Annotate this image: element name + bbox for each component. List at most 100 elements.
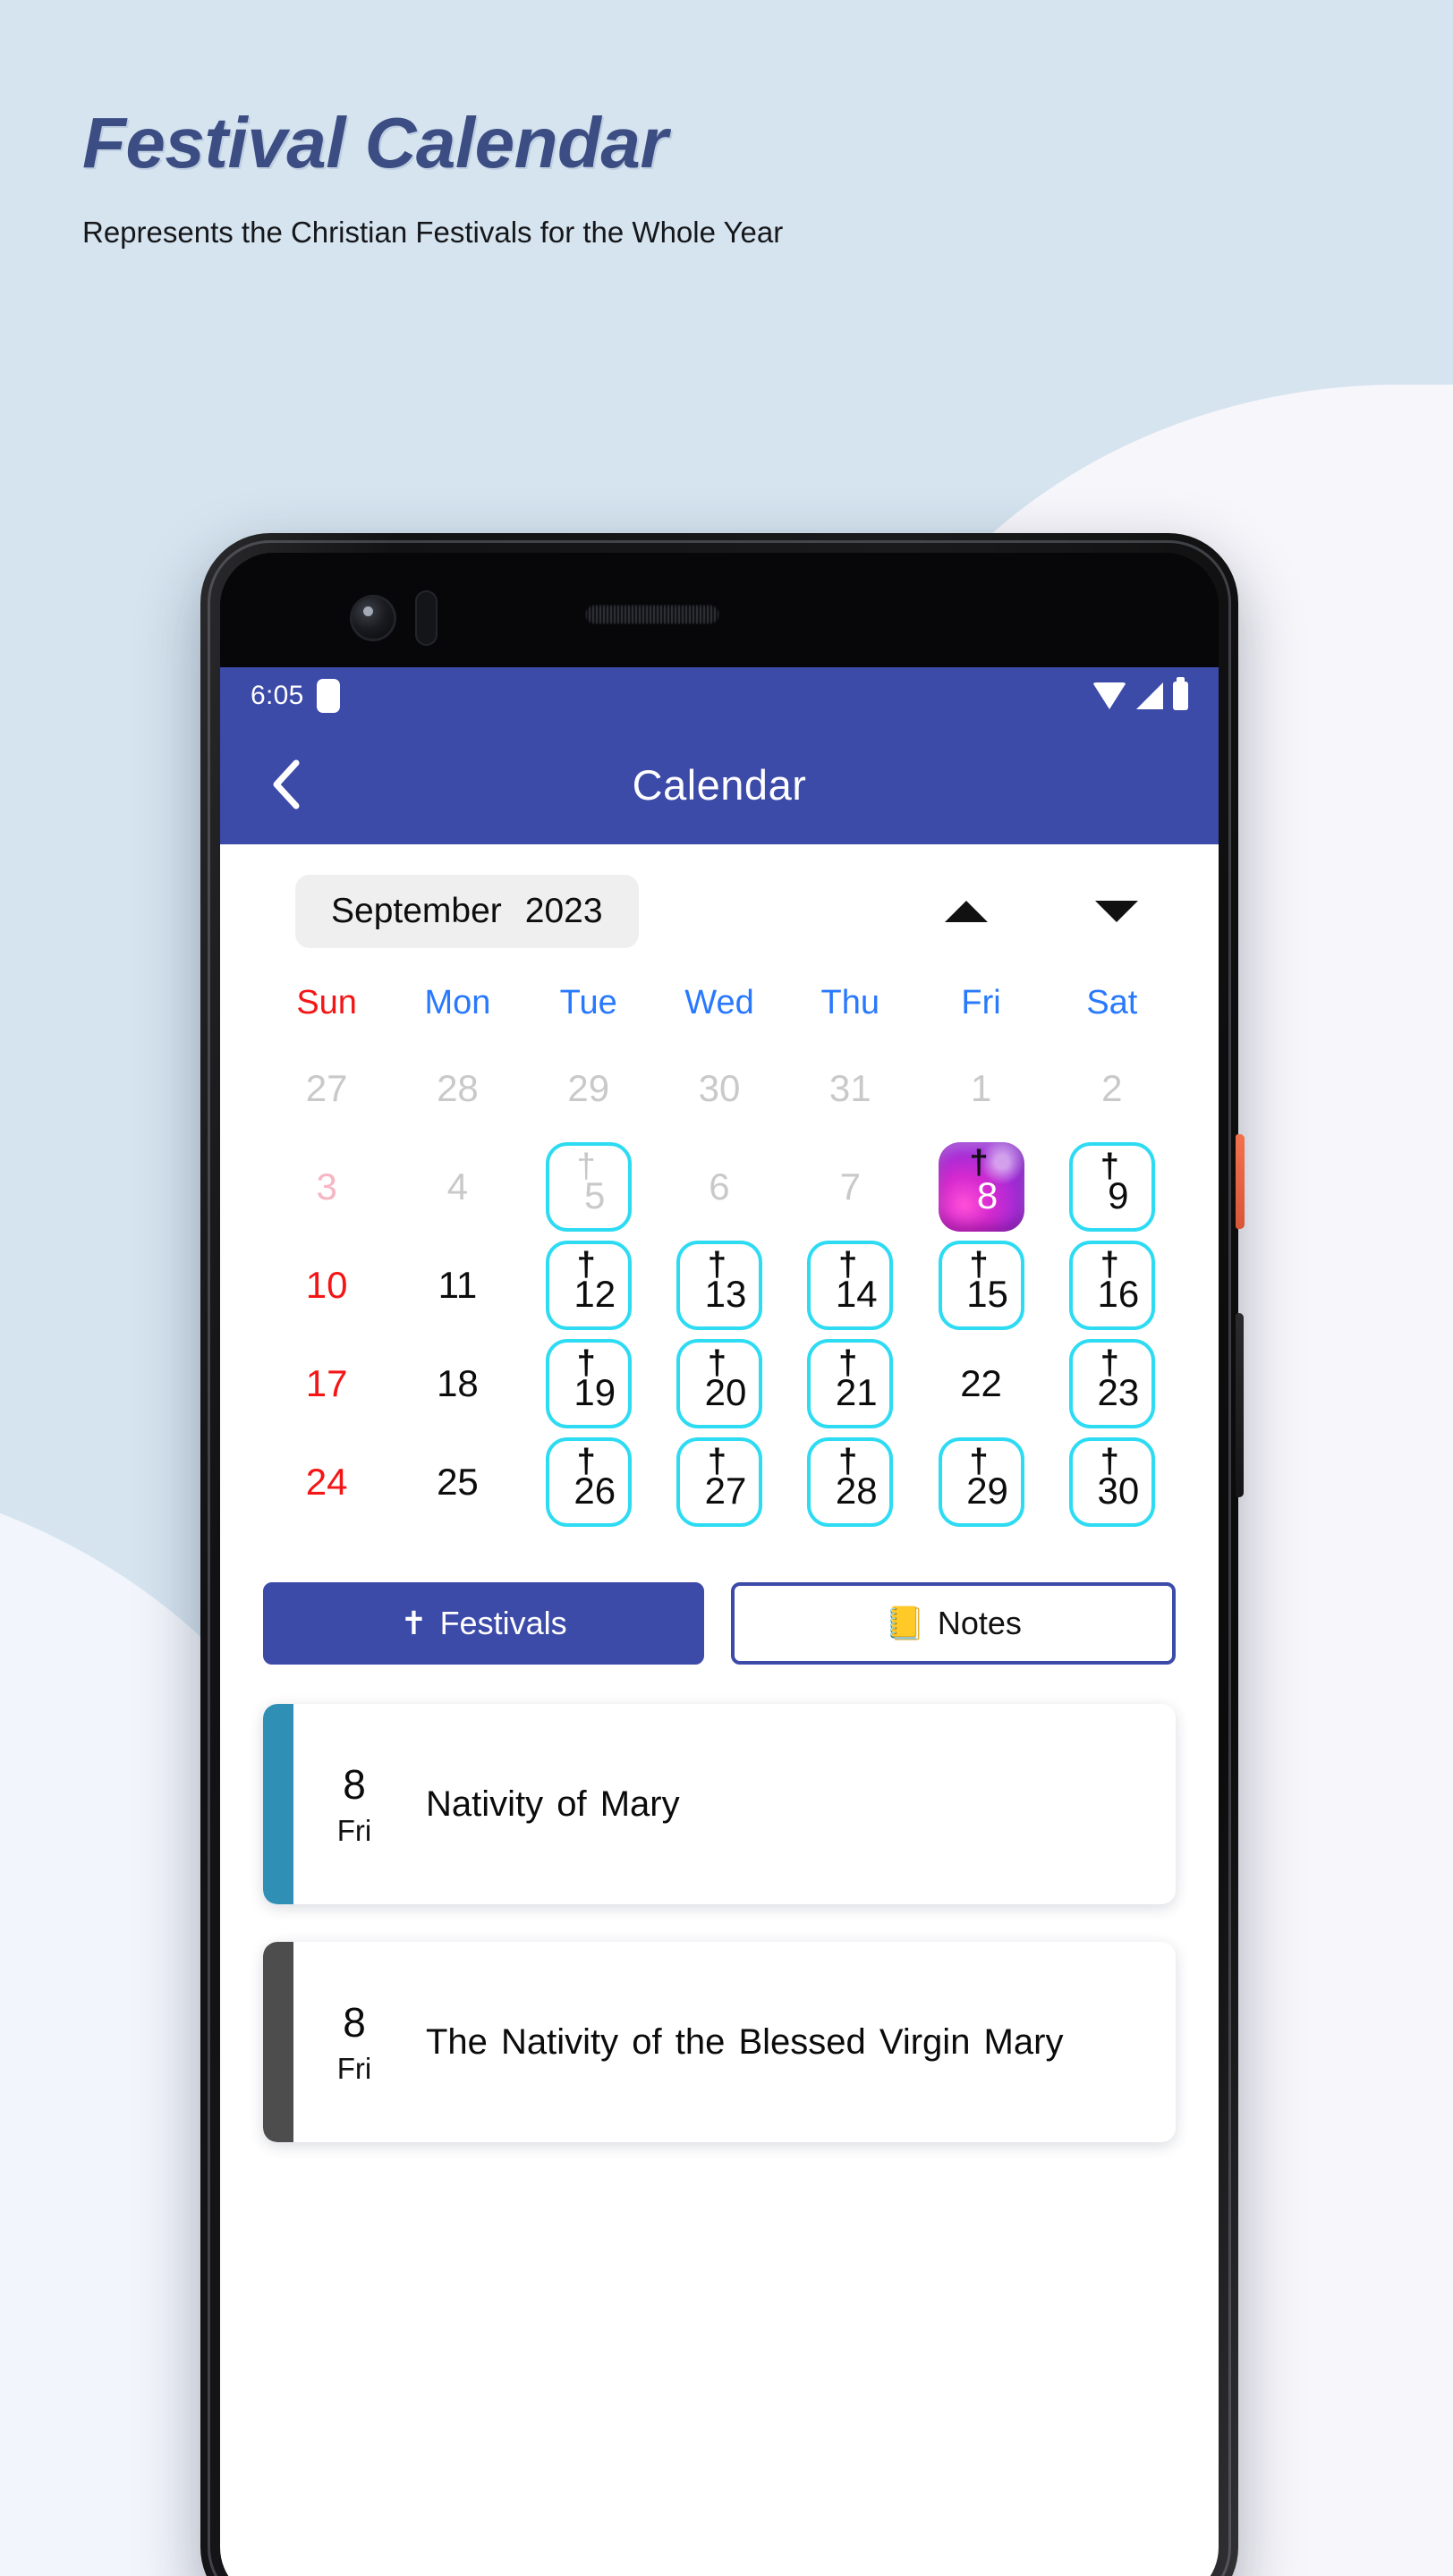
calendar-day-24[interactable]: 24 — [261, 1434, 392, 1530]
day-number: 13 — [704, 1273, 747, 1315]
calendar-day-28[interactable]: 28 — [392, 1040, 523, 1137]
event-day-number: 8 — [343, 1760, 366, 1808]
calendar-day-17[interactable]: 17 — [261, 1335, 392, 1432]
calendar-day-31[interactable]: 31 — [785, 1040, 915, 1137]
day-number: 17 — [305, 1362, 348, 1404]
calendar-weekday-header: Sun Mon Tue Wed Thu Fri Sat — [261, 970, 1177, 1037]
calendar-day-26[interactable]: † 26 — [523, 1434, 654, 1530]
calendar-day-6[interactable]: 6 — [654, 1139, 785, 1235]
weekday-header-fri: Fri — [961, 984, 1001, 1021]
app-bar-title: Calendar — [632, 760, 807, 809]
proximity-sensor-icon — [415, 590, 438, 646]
signal-icon — [1136, 682, 1163, 709]
calendar-day-7[interactable]: 7 — [785, 1139, 915, 1235]
app-bar: Calendar — [220, 724, 1219, 844]
volume-button[interactable] — [1236, 1313, 1244, 1497]
day-selected-highlight: † 8 — [938, 1142, 1024, 1232]
day-festival-box: † 21 — [807, 1339, 894, 1428]
day-festival-box: † 20 — [676, 1339, 762, 1428]
back-button[interactable] — [259, 759, 310, 809]
calendar-day-9[interactable]: † 9 — [1047, 1139, 1177, 1235]
calendar-day-2[interactable]: 2 — [1047, 1040, 1177, 1137]
calendar-day-27[interactable]: 27 — [261, 1040, 392, 1137]
day-number: 23 — [1097, 1371, 1140, 1413]
calendar-day-12[interactable]: † 12 — [523, 1237, 654, 1334]
day-plain: 6 — [676, 1142, 762, 1232]
day-festival-box: † 14 — [807, 1241, 894, 1330]
calendar-day-19[interactable]: † 19 — [523, 1335, 654, 1432]
tab-festivals[interactable]: ✝ Festivals — [263, 1582, 704, 1665]
month-label: September — [331, 892, 502, 930]
calendar-day-29[interactable]: † 29 — [915, 1434, 1046, 1530]
calendar-day-4[interactable]: 4 — [392, 1139, 523, 1235]
calendar-day-18[interactable]: 18 — [392, 1335, 523, 1432]
day-number: 30 — [698, 1067, 741, 1109]
calendar-week-row: 24 25 † 26 † 27 † 28 † 29 † 30 — [261, 1434, 1177, 1530]
day-plain: 28 — [414, 1044, 500, 1133]
day-festival-box: † 19 — [545, 1339, 632, 1428]
chevron-left-icon — [273, 759, 300, 809]
calendar-day-28[interactable]: † 28 — [785, 1434, 915, 1530]
calendar-day-8[interactable]: † 8 — [915, 1139, 1046, 1235]
app-viewport: 6:05 Calendar September 2023 Sun Mon Tue… — [220, 667, 1219, 2576]
day-number: 1 — [970, 1067, 992, 1109]
day-number: 29 — [567, 1067, 610, 1109]
day-plain: 7 — [807, 1142, 893, 1232]
calendar-day-16[interactable]: † 16 — [1047, 1237, 1177, 1334]
day-number: 27 — [305, 1067, 348, 1109]
calendar-day-30[interactable]: 30 — [654, 1040, 785, 1137]
triangle-up-icon[interactable] — [945, 901, 988, 922]
calendar-day-1[interactable]: 1 — [915, 1040, 1046, 1137]
calendar-day-5[interactable]: † 5 — [523, 1139, 654, 1235]
calendar-day-3[interactable]: 3 — [261, 1139, 392, 1235]
weekday-header-thu: Thu — [820, 984, 880, 1021]
calendar-day-15[interactable]: † 15 — [915, 1237, 1046, 1334]
day-plain: 11 — [414, 1241, 500, 1330]
calendar-day-22[interactable]: 22 — [915, 1335, 1046, 1432]
day-plain: 1 — [939, 1044, 1024, 1133]
event-title: The Nativity of the Blessed Virgin Mary — [426, 2021, 1064, 2062]
weekday-header-wed: Wed — [684, 984, 754, 1021]
event-day-number: 8 — [343, 1998, 366, 2046]
event-date-block: 8 Fri — [293, 1942, 415, 2142]
day-number: 25 — [437, 1461, 479, 1503]
event-card[interactable]: 8 Fri The Nativity of the Blessed Virgin M… — [263, 1942, 1176, 2142]
day-plain: 4 — [414, 1142, 500, 1232]
calendar-day-10[interactable]: 10 — [261, 1237, 392, 1334]
event-card[interactable]: 8 Fri Nativity of Mary — [263, 1704, 1176, 1904]
power-button[interactable] — [1236, 1134, 1245, 1229]
calendar-day-30[interactable]: † 30 — [1047, 1434, 1177, 1530]
front-camera-icon — [353, 597, 394, 639]
wifi-icon — [1092, 682, 1126, 709]
day-festival-box: † 26 — [545, 1437, 632, 1527]
day-number: 24 — [305, 1461, 348, 1503]
day-number: 26 — [574, 1470, 616, 1512]
day-plain: 10 — [284, 1241, 370, 1330]
event-accent-bar — [263, 1704, 293, 1904]
calendar-weeks: 27 28 29 30 31 1 2 3 4 † 5 6 7 † 8 † 9 10 11 † 12 † 13 † 14 † 15 † 1… — [261, 1040, 1177, 1530]
calendar-day-13[interactable]: † 13 — [654, 1237, 785, 1334]
day-plain: 24 — [284, 1437, 370, 1527]
triangle-down-icon[interactable] — [1095, 901, 1138, 922]
day-festival-box: † 30 — [1068, 1437, 1155, 1527]
day-number: 3 — [316, 1165, 337, 1208]
tab-notes[interactable]: 📒 Notes — [731, 1582, 1176, 1665]
month-year-pill[interactable]: September 2023 — [295, 875, 639, 948]
calendar-day-25[interactable]: 25 — [392, 1434, 523, 1530]
day-number: 18 — [437, 1362, 479, 1404]
day-plain: 18 — [414, 1339, 500, 1428]
calendar-day-21[interactable]: † 21 — [785, 1335, 915, 1432]
calendar-day-27[interactable]: † 27 — [654, 1434, 785, 1530]
earpiece-speaker-icon — [585, 605, 719, 624]
calendar-day-23[interactable]: † 23 — [1047, 1335, 1177, 1432]
day-plain: 30 — [676, 1044, 762, 1133]
calendar-day-29[interactable]: 29 — [523, 1040, 654, 1137]
day-number: 30 — [1097, 1470, 1140, 1512]
weekday-header-sat: Sat — [1086, 984, 1138, 1021]
calendar-day-20[interactable]: † 20 — [654, 1335, 785, 1432]
calendar-week-row: 27 28 29 30 31 1 2 — [261, 1040, 1177, 1137]
calendar-day-11[interactable]: 11 — [392, 1237, 523, 1334]
battery-icon — [1173, 677, 1188, 710]
calendar-day-14[interactable]: † 14 — [785, 1237, 915, 1334]
phone-bezel-top — [220, 553, 1219, 667]
